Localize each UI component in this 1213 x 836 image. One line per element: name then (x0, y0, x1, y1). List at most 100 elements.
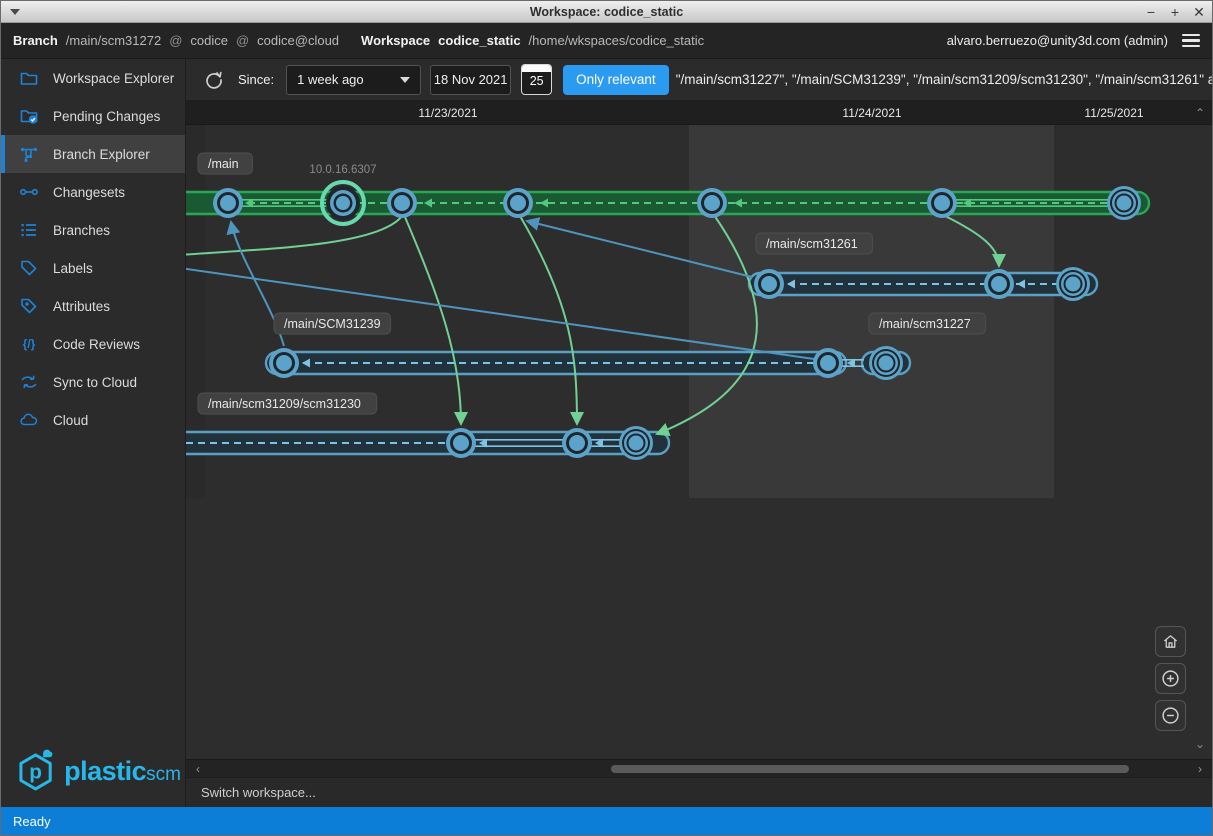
calendar-day: 25 (522, 74, 551, 88)
hamburger-menu-icon[interactable] (1182, 31, 1200, 51)
changeset-node[interactable] (269, 348, 299, 378)
scroll-up-icon[interactable]: ⌃ (1193, 106, 1207, 120)
scroll-right-icon[interactable]: › (1192, 760, 1208, 778)
date-field[interactable]: 18 Nov 2021 (430, 65, 511, 95)
window-title: Workspace: codice_static (1, 5, 1212, 19)
main-panel: Since: 1 week ago 18 Nov 2021 25 Only re… (186, 59, 1212, 807)
maximize-button[interactable]: + (1168, 1, 1182, 23)
logo-suffix: scm (146, 764, 181, 785)
calendar-picker-icon[interactable]: 25 (521, 64, 552, 95)
sidebar-item-attributes[interactable]: Attributes (1, 287, 185, 325)
branch-band[interactable] (266, 352, 846, 374)
date-column-header: 11/24/2021 (842, 101, 901, 125)
status-bar: Ready (1, 807, 1212, 835)
code-review-icon: {/} (19, 334, 39, 354)
only-relevant-button[interactable]: Only relevant (563, 65, 669, 95)
branch-label-chip[interactable]: /main (198, 153, 253, 174)
sidebar-item-branch-explorer[interactable]: Branch Explorer (1, 135, 185, 173)
refresh-icon[interactable] (204, 70, 224, 90)
changeset-node[interactable] (754, 269, 784, 299)
cloud-icon (19, 410, 39, 430)
changeset-node[interactable] (697, 188, 727, 218)
sidebar-item-label: Branches (53, 223, 110, 238)
changeset-node[interactable] (1056, 267, 1090, 301)
sidebar-item-label: Code Reviews (53, 337, 140, 352)
at-separator: @ (169, 33, 182, 48)
changeset-node[interactable] (213, 188, 243, 218)
date-column-header: 11/25/2021 (1084, 101, 1143, 125)
since-dropdown[interactable]: 1 week ago (286, 65, 421, 95)
reset-view-button[interactable] (1155, 626, 1186, 657)
status-text: Ready (13, 814, 51, 829)
version-label: 10.0.16.6307 (309, 164, 376, 176)
changeset-node[interactable] (927, 188, 957, 218)
changeset-node[interactable] (446, 428, 476, 458)
graph-zoom-controls (1155, 626, 1186, 731)
sidebar-item-labels[interactable]: Labels (1, 249, 185, 287)
zoom-in-icon (1161, 669, 1180, 688)
sidebar-item-label: Sync to Cloud (53, 375, 137, 390)
switch-workspace-bar[interactable]: Switch workspace... (186, 777, 1212, 807)
plasticscm-logo-icon: p (11, 743, 60, 799)
scroll-left-icon[interactable]: ‹ (190, 760, 206, 778)
sidebar-item-workspace-explorer[interactable]: Workspace Explorer (1, 59, 185, 97)
branch-band[interactable] (186, 432, 669, 454)
changeset-node[interactable] (387, 188, 417, 218)
app-header: Branch /main/scm31272 @ codice @ codice@… (1, 23, 1212, 59)
zoom-in-button[interactable] (1155, 663, 1186, 694)
branch-label-chip[interactable]: /main/scm31209/scm31230 (198, 393, 377, 414)
svg-text:/main/SCM31239: /main/SCM31239 (284, 317, 381, 331)
server-value[interactable]: codice@cloud (257, 33, 339, 48)
changeset-icon (19, 182, 39, 202)
changeset-node[interactable] (1107, 186, 1141, 220)
changeset-node[interactable] (322, 182, 364, 224)
branch-label-chip[interactable]: /main/scm31227 (869, 313, 986, 334)
sidebar-item-label: Pending Changes (53, 109, 160, 124)
workspace-path: /home/wkspaces/codice_static (529, 33, 705, 48)
scroll-down-icon[interactable]: ⌄ (1193, 737, 1207, 751)
branch-value[interactable]: /main/scm31272 (66, 33, 161, 48)
sidebar-item-changesets[interactable]: Changesets (1, 173, 185, 211)
scrollbar-thumb[interactable] (611, 765, 1129, 773)
svg-text:/main/scm31209/scm31230: /main/scm31209/scm31230 (208, 397, 361, 411)
sync-icon (19, 372, 39, 392)
svg-text:/main/scm31261: /main/scm31261 (766, 237, 858, 251)
zoom-out-button[interactable] (1155, 700, 1186, 731)
horizontal-scrollbar[interactable]: ‹ › (186, 759, 1212, 777)
changeset-node[interactable] (562, 428, 592, 458)
highlighted-day-column (689, 125, 1054, 498)
repo-value[interactable]: codice (190, 33, 228, 48)
date-header: ⌃ 11/23/2021 11/24/2021 11/25/2021 (186, 101, 1212, 125)
changeset-node[interactable] (813, 348, 843, 378)
date-column-header: 11/23/2021 (418, 101, 477, 125)
sidebar-item-code-reviews[interactable]: {/} Code Reviews (1, 325, 185, 363)
plasticscm-logo: p plasticscm (11, 743, 181, 799)
at-separator-2: @ (236, 33, 249, 48)
workspace-label: Workspace (361, 33, 430, 48)
changeset-node[interactable] (869, 346, 903, 380)
sidebar-item-branches[interactable]: Branches (1, 211, 185, 249)
branch-label-chip[interactable]: /main/scm31261 (756, 233, 873, 254)
sidebar-item-cloud[interactable]: Cloud (1, 401, 185, 439)
changeset-node[interactable] (619, 426, 653, 460)
branch-graph-area[interactable]: ⌃ 11/23/2021 11/24/2021 11/25/2021 10.0.16… (186, 101, 1212, 759)
branch-label: Branch (13, 33, 58, 48)
minimize-button[interactable]: − (1144, 1, 1158, 23)
branch-band[interactable] (749, 273, 1097, 295)
sidebar-item-pending-changes[interactable]: Pending Changes (1, 97, 185, 135)
svg-text:/main: /main (208, 157, 239, 171)
svg-text:/main/scm31227: /main/scm31227 (879, 317, 971, 331)
sidebar-item-label: Labels (53, 261, 93, 276)
branch-graph[interactable]: 10.0.16.6307/main/main/scm31261/main/SCM… (186, 125, 1212, 759)
since-dropdown-value: 1 week ago (297, 72, 400, 87)
sidebar-item-sync-to-cloud[interactable]: Sync to Cloud (1, 363, 185, 401)
user-account[interactable]: alvaro.berruezo@unity3d.com (admin) (947, 33, 1168, 48)
close-button[interactable]: ✕ (1192, 1, 1206, 23)
sidebar: Workspace Explorer Pending Changes Branc… (1, 59, 186, 807)
branch-label-chip[interactable]: /main/SCM31239 (274, 313, 391, 334)
list-icon (19, 220, 39, 240)
changeset-node[interactable] (984, 269, 1014, 299)
tag-dot-icon (19, 296, 39, 316)
calendar-header (522, 65, 551, 72)
changeset-node[interactable] (503, 188, 533, 218)
